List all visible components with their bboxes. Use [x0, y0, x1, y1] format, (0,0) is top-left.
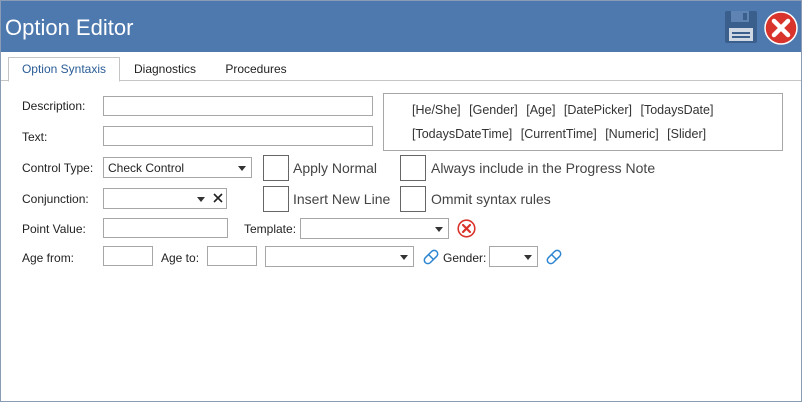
conjunction-select[interactable]: [103, 188, 227, 209]
title-bar: Option Editor: [1, 1, 801, 52]
chevron-down-icon: [400, 255, 408, 260]
always-include-checkbox[interactable]: [400, 155, 426, 181]
gender-label: Gender:: [443, 251, 487, 265]
token[interactable]: [CurrentTime]: [521, 127, 597, 141]
token[interactable]: [TodaysDateTime]: [412, 127, 512, 141]
age-to-label: Age to:: [161, 251, 200, 265]
conjunction-label: Conjunction:: [22, 192, 89, 206]
window-title: Option Editor: [5, 15, 134, 40]
apply-normal-checkbox[interactable]: [263, 155, 289, 181]
always-include-label: Always include in the Progress Note: [431, 160, 656, 176]
age-to-field[interactable]: [207, 246, 257, 266]
syntax-token-box: [He/She] [Gender] [Age] [DatePicker] [To…: [383, 93, 783, 151]
token[interactable]: [TodaysDate]: [641, 103, 714, 117]
text-field[interactable]: [103, 126, 373, 146]
control-type-label: Control Type:: [22, 161, 94, 175]
clear-template-icon[interactable]: [457, 219, 476, 238]
eraser-icon[interactable]: [421, 247, 441, 267]
syntax-line-1: [He/She] [Gender] [Age] [DatePicker] [To…: [412, 103, 718, 117]
close-icon: [764, 11, 798, 45]
token[interactable]: [Slider]: [667, 127, 706, 141]
eraser-icon[interactable]: [544, 247, 564, 267]
description-label: Description:: [22, 99, 86, 113]
age-unit-select[interactable]: [265, 246, 414, 267]
token[interactable]: [DatePicker]: [564, 103, 632, 117]
ommit-syntax-checkbox[interactable]: [400, 186, 426, 212]
syntax-line-2: [TodaysDateTime] [CurrentTime] [Numeric]…: [412, 127, 711, 141]
apply-normal-label: Apply Normal: [293, 160, 378, 176]
age-from-field[interactable]: [103, 246, 153, 266]
point-value-label: Point Value:: [22, 222, 86, 236]
ommit-syntax-label: Ommit syntax rules: [431, 191, 551, 207]
age-from-label: Age from:: [22, 251, 75, 265]
insert-new-line-label: Insert New Line: [293, 191, 391, 207]
text-label: Text:: [22, 130, 48, 144]
token[interactable]: [Numeric]: [605, 127, 658, 141]
tab-procedures[interactable]: Procedures: [216, 58, 296, 80]
token[interactable]: [Gender]: [469, 103, 518, 117]
control-type-value: Check Control: [108, 161, 185, 175]
token[interactable]: [Age]: [526, 103, 555, 117]
option-editor-window: Option Editor Option Syntaxis Diagnostic…: [0, 0, 802, 402]
save-icon: [725, 11, 757, 43]
chevron-down-icon: [524, 255, 532, 260]
tab-diagnostics[interactable]: Diagnostics: [125, 58, 205, 80]
template-select[interactable]: [300, 218, 449, 239]
gender-select[interactable]: [489, 246, 538, 267]
clear-icon[interactable]: [213, 193, 223, 203]
save-button[interactable]: [724, 10, 758, 44]
description-field[interactable]: [103, 96, 373, 116]
insert-new-line-checkbox[interactable]: [263, 186, 289, 212]
chevron-down-icon[interactable]: [197, 197, 205, 202]
point-value-field[interactable]: [103, 218, 228, 238]
tab-option-syntaxis[interactable]: Option Syntaxis: [8, 57, 120, 82]
chevron-down-icon: [435, 227, 443, 232]
close-button[interactable]: [764, 11, 798, 45]
chevron-down-icon: [238, 166, 246, 171]
token[interactable]: [He/She]: [412, 103, 461, 117]
template-label: Template:: [244, 222, 297, 236]
tab-strip: Option Syntaxis Diagnostics Procedures: [1, 52, 801, 82]
control-type-select[interactable]: Check Control: [103, 157, 252, 178]
